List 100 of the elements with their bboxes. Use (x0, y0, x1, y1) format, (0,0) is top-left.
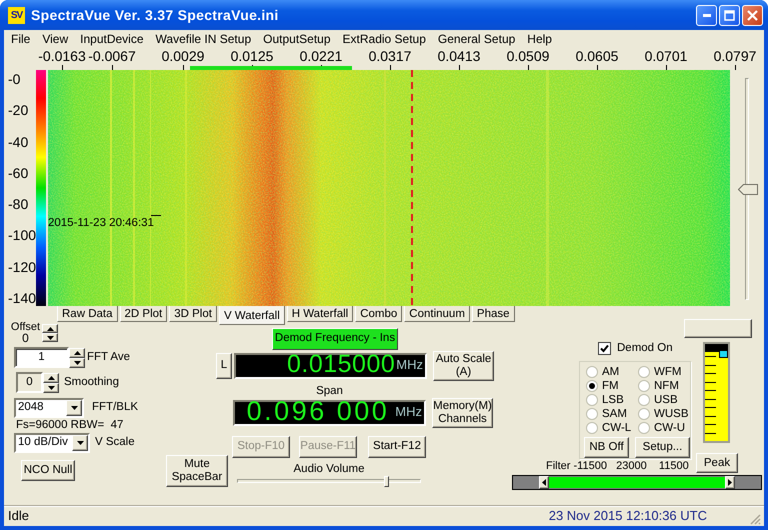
axis-label: 0.0221 (300, 48, 342, 64)
up-arrow-icon (48, 376, 54, 380)
tab[interactable]: 3D Plot (169, 306, 217, 322)
tab[interactable]: V Waterfall (218, 306, 285, 325)
scroll-left-button[interactable] (539, 476, 549, 490)
close-icon (747, 10, 758, 20)
axis-label: 0.0797 (714, 48, 756, 64)
maximize-button[interactable] (719, 4, 740, 26)
span-label: Span (315, 384, 344, 398)
resize-grip-icon[interactable] (750, 514, 761, 524)
axis-label: -20 (8, 102, 30, 118)
dropdown-button[interactable] (72, 435, 88, 451)
tab[interactable]: 2D Plot (120, 306, 168, 322)
status-datetime: 23 Nov 2015 12:10:36 UTC (548, 507, 707, 526)
axis-label: 0.0125 (230, 48, 274, 64)
radio-button[interactable]: CW-U (638, 421, 690, 436)
dropdown-button[interactable] (66, 400, 82, 416)
status-text: Idle (8, 507, 29, 526)
memory-channels-button[interactable]: Memory(M) Channels (432, 398, 493, 428)
axis-label: 0.0509 (506, 48, 550, 64)
unit-label: MHz (395, 404, 422, 420)
filter-bar[interactable] (512, 475, 762, 490)
axis-label: 0.0317 (368, 48, 412, 64)
spin-down-button[interactable] (69, 358, 85, 368)
field-label: Smoothing (64, 374, 119, 390)
mute-button[interactable]: Mute SpaceBar (166, 455, 228, 487)
vertical-scale-dropdown[interactable]: 10 dB/Div (14, 433, 90, 453)
field-label: FFT Ave (87, 350, 130, 365)
info-text: Fs=96000 RBW= 47 (16, 418, 124, 432)
axis-label: -0.0163 (38, 48, 86, 64)
menu-item[interactable]: View (36, 30, 74, 48)
slider-thumb[interactable] (738, 184, 758, 195)
axis-label: -80 (8, 196, 30, 212)
reference-slider[interactable] (737, 78, 757, 300)
scroll-right-button[interactable] (725, 476, 735, 490)
unit-label: MHz (396, 357, 423, 373)
demod-on-checkbox[interactable]: Demod On (598, 340, 691, 358)
spin-up-button[interactable] (69, 348, 85, 358)
field-label: V Scale (95, 435, 135, 450)
field-label: FFT/BLK (92, 400, 138, 416)
down-arrow-icon (74, 360, 80, 364)
close-button[interactable] (742, 4, 763, 26)
noise-blanker-button[interactable]: NB Off (584, 437, 629, 458)
radio-button[interactable]: LSB (586, 393, 638, 408)
menu-item[interactable]: ExtRadio Setup (336, 30, 432, 48)
offset-value: 0 (22, 333, 29, 344)
minimize-button[interactable] (696, 4, 717, 26)
spin-up-button[interactable] (43, 372, 59, 382)
minimize-icon (702, 14, 710, 16)
nco-null-button[interactable]: NCO Null (21, 460, 75, 481)
radio-button[interactable]: WUSB (638, 407, 690, 422)
axis-label: -140 (8, 290, 36, 306)
axis-label: -0 (8, 71, 22, 87)
lock-button[interactable]: L (216, 353, 232, 379)
setup-button[interactable]: Setup... (635, 437, 690, 458)
axis-label: -100 (8, 227, 36, 244)
maximize-icon (724, 10, 735, 20)
axis-label: -60 (8, 164, 30, 181)
tab[interactable]: Phase (472, 306, 515, 322)
menu-item[interactable]: File (5, 30, 36, 48)
left-arrow-icon (542, 479, 546, 486)
axis-label: 0.0029 (162, 48, 204, 64)
tab[interactable]: Combo (355, 306, 402, 322)
filter-readout: Filter -11500 23000 11500 (546, 460, 690, 474)
radio-button[interactable]: USB (638, 393, 690, 408)
radio-button[interactable]: NFM (638, 379, 690, 394)
audio-volume-slider[interactable] (237, 476, 421, 486)
transport-button[interactable]: Start-F12 (368, 436, 426, 458)
fft-size-dropdown[interactable]: 2048 (14, 398, 84, 418)
tab[interactable]: H Waterfall (286, 306, 354, 322)
cursor-line (151, 215, 161, 216)
span-display-value: 0.096 000 (246, 399, 390, 423)
tab[interactable]: Raw Data (57, 306, 118, 322)
spin-up-button[interactable] (42, 324, 58, 333)
radio-button[interactable]: SAM (586, 407, 638, 422)
down-arrow-icon (46, 336, 54, 340)
spin-down-button[interactable] (43, 382, 59, 392)
axis-label: -120 (8, 258, 36, 275)
axis-label: 0.0701 (644, 48, 688, 64)
blank-button[interactable] (684, 319, 752, 338)
menu-item[interactable]: Help (521, 30, 558, 48)
timestamp: 2015-11-23 20:46:31 (48, 217, 154, 229)
spin-down-button[interactable] (42, 333, 58, 342)
up-arrow-icon (46, 326, 54, 330)
smoothing-field[interactable]: 0 (16, 372, 43, 393)
menu-item[interactable]: Wavefile IN Setup (150, 30, 258, 48)
demod-frequency-button[interactable]: Demod Frequency - Ins (272, 328, 398, 350)
filter-passband[interactable] (549, 476, 725, 490)
menu-item[interactable]: OutputSetup (257, 30, 337, 48)
tab[interactable]: Continuum (404, 306, 470, 322)
radio-button[interactable]: FM (586, 379, 638, 394)
radio-button[interactable]: WFM (638, 365, 690, 380)
menu-item[interactable]: General Setup (432, 30, 522, 48)
menu-item[interactable]: InputDevice (74, 30, 150, 48)
fft-average-field[interactable]: 1 (14, 347, 69, 368)
radio-button[interactable]: CW-L (586, 421, 638, 436)
auto-scale-button[interactable]: Auto Scale (A) (433, 351, 494, 381)
window-title: SpectraVue Ver. 3.37 SpectraVue.ini (31, 6, 279, 25)
radio-button[interactable]: AM (586, 365, 638, 380)
peak-button[interactable]: Peak (696, 453, 738, 474)
